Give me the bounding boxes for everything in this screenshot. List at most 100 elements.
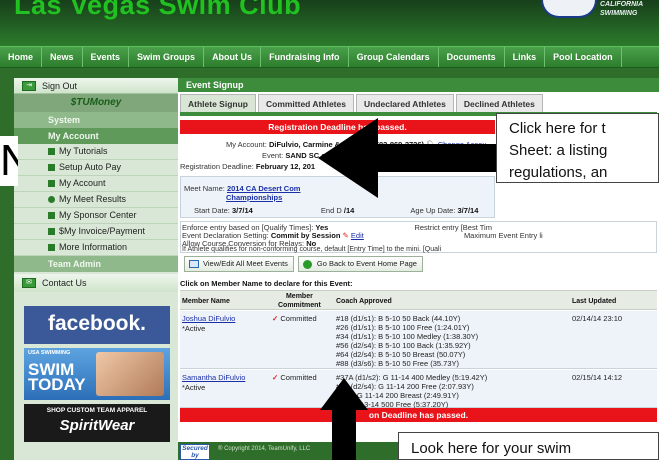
bullet-icon xyxy=(48,148,55,155)
checkmark-icon: ✓ xyxy=(272,314,279,323)
nav-fundraising-info[interactable]: Fundraising Info xyxy=(261,47,349,67)
bullet-icon xyxy=(48,180,55,187)
bullet-icon xyxy=(48,244,55,251)
sidebar-item-my-account[interactable]: My Account xyxy=(14,176,178,192)
sidebar-item-label: More Information xyxy=(59,242,128,252)
tab-athlete-signup[interactable]: Athlete Signup xyxy=(180,94,256,112)
nav-swim-groups[interactable]: Swim Groups xyxy=(129,47,205,67)
spiritwear-logo: SpiritWear xyxy=(59,417,135,434)
nav-links[interactable]: Links xyxy=(505,47,546,67)
commitment-value: Committed xyxy=(280,373,317,382)
nav-group-calendars[interactable]: Group Calendars xyxy=(349,47,439,67)
sidebar-item-label: My Account xyxy=(59,178,106,188)
event-label: Event: xyxy=(262,151,284,160)
event-entry: #51 (d2/s4): G 11-14 200 Free (2:07.93Y) xyxy=(336,382,474,391)
nav-news[interactable]: News xyxy=(42,47,83,67)
overlay-letter: N xyxy=(0,136,18,186)
table-row: Joshua DiFulvio *Active ✓ Committed #18 … xyxy=(180,311,657,369)
club-title: Las Vegas Swim Club xyxy=(14,0,302,20)
sign-out-link[interactable]: ⇥ Sign Out xyxy=(14,78,178,94)
commitment-value: Committed xyxy=(280,314,317,323)
nav-events[interactable]: Events xyxy=(83,47,130,67)
view-edit-events-label: View/Edit All Meet Events xyxy=(203,259,288,268)
sidebar-section-team-admin[interactable]: Team Admin xyxy=(14,256,178,272)
dates-line: Start Date: 3/7/14 End D /14 Age Up Date… xyxy=(194,206,478,215)
sidebar-item-more-information[interactable]: More Information xyxy=(14,240,178,256)
member-cell: Joshua DiFulvio *Active xyxy=(182,314,235,334)
sidebar-item-my-meet-results[interactable]: My Meet Results xyxy=(14,192,178,208)
sign-out-label: Sign Out xyxy=(42,81,78,91)
table-row: Samantha DiFulvio *Active ✓ Committed #3… xyxy=(180,370,657,409)
sign-out-icon: ⇥ xyxy=(22,81,36,91)
event-line: Event: SAND SC champions Mar 7 (12:00 PM… xyxy=(262,151,472,160)
event-entry: #56 (d2/s4): B 5-10 100 Back (1:35.92Y) xyxy=(336,341,471,350)
nonconform-note: If Athlete qualifies for non-conforming … xyxy=(182,246,442,253)
nav-pool-location[interactable]: Pool Location xyxy=(545,47,622,67)
spiritwear-banner[interactable]: SHOP CUSTOM TEAM APPAREL SpiritWear xyxy=(24,404,170,442)
callout-line: Sheet: a listing xyxy=(509,142,608,159)
nav-documents[interactable]: Documents xyxy=(439,47,505,67)
bullet-icon xyxy=(48,164,55,171)
sidebar-item-my-invoice-payment[interactable]: $My Invoice/Payment xyxy=(14,224,178,240)
deadline-banner: Registration Deadline has passed. xyxy=(180,120,495,134)
event-entry: #26 (d1/s1): B 5-10 100 Free (1:24.01Y) xyxy=(336,323,470,332)
reg-deadline-value: February 12, 201 xyxy=(255,162,316,171)
col-coach-approved: Coach Approved xyxy=(336,298,392,305)
sidebar-section-system[interactable]: System xyxy=(14,112,178,128)
ca-label-text: CALIFORNIA SWIMMING xyxy=(600,1,644,17)
last-updated-cell: 02/14/14 23:10 xyxy=(572,314,623,323)
nav-home[interactable]: Home xyxy=(0,47,43,67)
member-cell: Samantha DiFulvio *Active xyxy=(182,373,245,393)
meet-name-link-2[interactable]: Championships xyxy=(226,193,282,202)
meet-name-line: Meet Name: 2014 CA Desert Com xyxy=(184,184,300,193)
reg-deadline-label: Registration Deadline: xyxy=(180,162,254,171)
event-entry: #37A (d1/s2): G 11-14 400 Medley (5:19.4… xyxy=(336,373,488,382)
edit-link[interactable]: Edit xyxy=(351,231,364,240)
tab-undeclared-athletes[interactable]: Undeclared Athletes xyxy=(355,94,454,112)
last-updated-cell: 02/15/14 14:12 xyxy=(572,373,623,382)
meet-name-label: Meet Name: xyxy=(184,184,225,193)
callout-text: Look here for your swim xyxy=(411,440,572,457)
member-name-link[interactable]: Joshua DiFulvio xyxy=(182,314,235,324)
reg-deadline-line: Registration Deadline: February 12, 201 xyxy=(180,162,315,171)
event-value: SAND SC champions xyxy=(285,151,361,160)
col-member-name: Member Name xyxy=(182,298,230,305)
view-edit-events-button[interactable]: View/Edit All Meet Events xyxy=(184,256,294,272)
nav-about-us[interactable]: About Us xyxy=(204,47,262,67)
secured-badge: Secured by xyxy=(180,444,210,460)
event-entry: #88 (d3/s6): B 5-10 50 Free (35.73Y) xyxy=(336,359,459,368)
sidebar-section-my-account[interactable]: My Account xyxy=(14,128,178,144)
tumoney-logo[interactable]: $TUMoney xyxy=(14,94,178,112)
callout-swim-events: Look here for your swim xyxy=(398,432,659,460)
tab-committed-athletes[interactable]: Committed Athletes xyxy=(257,94,354,112)
member-name-link[interactable]: Samantha DiFulvio xyxy=(182,373,245,383)
sidebar-item-my-sponsor-center[interactable]: My Sponsor Center xyxy=(14,208,178,224)
back-to-event-home-button[interactable]: Go Back to Event Home Page xyxy=(297,256,423,272)
callout-heat-sheet: Click here for t Sheet: a listing regula… xyxy=(496,113,659,183)
contact-us-link[interactable]: ✉ Contact Us xyxy=(14,274,178,292)
event-dates: Mar 7 (12:00 PM) ~ 9, 2014) xyxy=(376,151,473,160)
events-cell: #18 (d1/s1): B 5-10 50 Back (44.10Y) #26… xyxy=(336,314,478,368)
spiritwear-tagline: SHOP CUSTOM TEAM APPAREL xyxy=(46,407,148,414)
sidebar-item-my-tutorials[interactable]: My Tutorials xyxy=(14,144,178,160)
events-cell: #37A (d1/s2): G 11-14 400 Medley (5:19.4… xyxy=(336,373,487,409)
sidebar-item-setup-auto-pay[interactable]: Setup Auto Pay xyxy=(14,160,178,176)
meet-name-link[interactable]: 2014 CA Desert Com xyxy=(227,184,301,193)
facebook-banner[interactable]: facebook. xyxy=(24,306,170,344)
change-account-link[interactable]: Change Accou xyxy=(438,140,487,149)
checkmark-icon: ✓ xyxy=(272,373,279,382)
clock-icon xyxy=(48,196,55,203)
callout-line: Click here for t xyxy=(509,120,606,137)
action-buttons: View/Edit All Meet Events Go Back to Eve… xyxy=(184,256,423,272)
event-entry: #64 (d2/s4): B 5-10 50 Breast (50.07Y) xyxy=(336,350,466,359)
sidebar: ⇥ Sign Out $TUMoney System My Account My… xyxy=(14,78,178,460)
tab-declined-athletes[interactable]: Declined Athletes xyxy=(455,94,543,112)
sidebar-item-label: Setup Auto Pay xyxy=(59,162,122,172)
dollar-icon xyxy=(48,228,55,235)
california-swimming-logo: CALIFORNIA SWIMMING xyxy=(600,0,643,18)
sidebar-item-label: My Tutorials xyxy=(59,146,108,156)
meet-name-line2: Championships xyxy=(226,193,282,202)
commitment-cell: ✓ Committed xyxy=(272,373,317,383)
max-entry-label: Maximum Event Entry li xyxy=(463,231,543,240)
swim-today-banner[interactable]: USA SWIMMING SWIM TODAY xyxy=(24,348,170,400)
